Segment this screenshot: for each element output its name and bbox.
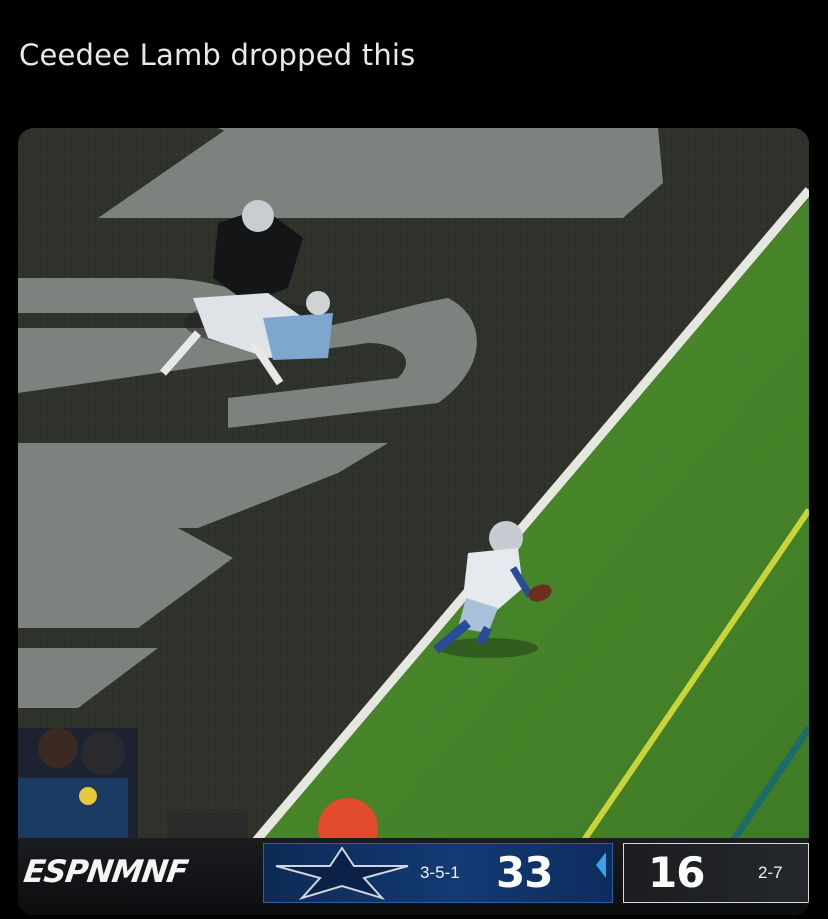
post-media-image[interactable]: ESPNMNF 3-5-1 33 16 2-7 [18, 128, 809, 915]
away-team-record: 2-7 [758, 863, 783, 882]
home-team-score: 33 [496, 848, 553, 897]
post-caption: Ceedee Lamb dropped this [19, 38, 416, 72]
home-team-panel: 3-5-1 33 [263, 843, 613, 903]
away-team-panel: 16 2-7 [623, 843, 809, 903]
network-logo: ESPN [21, 854, 115, 890]
score-bug: ESPNMNF 3-5-1 33 16 2-7 [18, 838, 809, 915]
star-icon [275, 846, 409, 900]
broadcast-logo: ESPNMNF [21, 854, 189, 890]
possession-indicator [596, 852, 606, 878]
home-team-record: 3-5-1 [420, 863, 460, 882]
show-logo: MNF [109, 854, 190, 890]
away-team-score: 16 [648, 848, 705, 897]
football-field-scene [18, 128, 809, 915]
